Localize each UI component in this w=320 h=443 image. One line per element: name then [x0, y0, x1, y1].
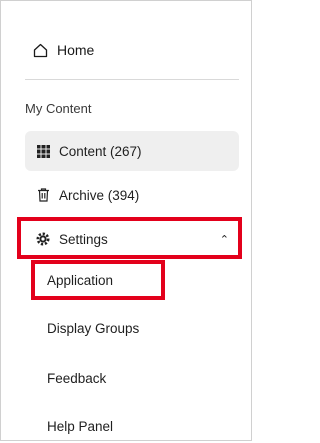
trash-icon [36, 188, 50, 202]
divider [25, 79, 239, 80]
nav-item-archive-label: Archive (394) [59, 187, 140, 203]
grid-icon [36, 144, 50, 158]
highlight-box-settings [17, 217, 242, 259]
nav-home[interactable]: Home [33, 39, 94, 61]
nav-home-label: Home [57, 42, 95, 58]
highlight-box-application [31, 260, 165, 300]
nav-item-content-label: Content (267) [59, 143, 142, 159]
nav-item-content[interactable]: Content (267) [25, 131, 239, 171]
nav-item-archive[interactable]: Archive (394) [25, 175, 239, 215]
settings-sub-item-help-panel[interactable]: Help Panel [47, 411, 113, 441]
settings-sub-item-display-groups[interactable]: Display Groups [47, 313, 139, 343]
section-title-my-content: My Content [25, 101, 92, 116]
settings-sub-item-feedback[interactable]: Feedback [47, 363, 106, 393]
home-icon [33, 43, 48, 58]
